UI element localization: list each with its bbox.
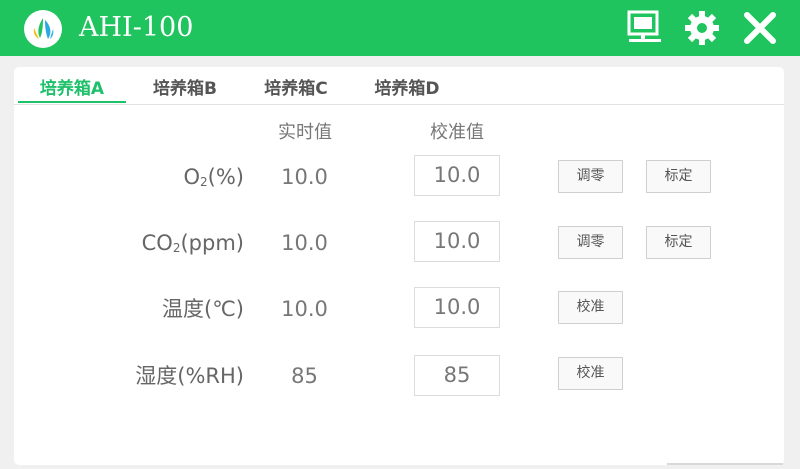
temperature-label: 温度(℃) [162, 297, 244, 321]
calibrated-column-header: 校准值 [430, 122, 484, 143]
tab-incubator-c[interactable]: 培养箱C [243, 75, 349, 103]
main-panel: 培养箱A 培养箱B 培养箱C 培养箱D 实时值 校准值 O2(%) 10.0 1… [14, 67, 784, 465]
co2-calibrate-button[interactable]: 标定 [646, 226, 711, 259]
tab-incubator-d[interactable]: 培养箱D [354, 75, 460, 103]
humidity-label: 湿度(%RH) [135, 364, 244, 388]
co2-label: CO2(ppm) [141, 231, 244, 255]
humidity-calibrate-button[interactable]: 校准 [558, 357, 623, 390]
humidity-realtime-value: 85 [291, 364, 318, 388]
title-bar: AHI-100 [0, 0, 800, 56]
app-title: AHI-100 [79, 12, 194, 43]
close-icon [744, 12, 776, 44]
settings-button[interactable] [682, 8, 722, 48]
incubator-tabs: 培养箱A 培养箱B 培养箱C 培养箱D [14, 67, 784, 105]
app-logo [24, 10, 62, 48]
o2-calibration-input[interactable]: 10.0 [414, 155, 500, 196]
humidity-calibration-input[interactable]: 85 [414, 355, 500, 396]
co2-calibration-input[interactable]: 10.0 [414, 221, 500, 262]
gear-icon [685, 11, 719, 45]
o2-label: O2(%) [183, 165, 244, 189]
close-button[interactable] [740, 8, 780, 48]
o2-realtime-value: 10.0 [281, 165, 328, 189]
temperature-calibrate-button[interactable]: 校准 [558, 291, 623, 324]
monitor-button[interactable] [624, 8, 664, 48]
o2-zero-button[interactable]: 调零 [558, 160, 623, 193]
realtime-column-header: 实时值 [278, 122, 332, 143]
panel-bottom-edge [667, 462, 783, 465]
tab-incubator-a[interactable]: 培养箱A [18, 75, 126, 103]
tab-incubator-b[interactable]: 培养箱B [132, 75, 238, 103]
temperature-realtime-value: 10.0 [281, 297, 328, 321]
co2-zero-button[interactable]: 调零 [558, 226, 623, 259]
monitor-icon [627, 10, 661, 42]
temperature-calibration-input[interactable]: 10.0 [414, 287, 500, 328]
o2-calibrate-button[interactable]: 标定 [646, 160, 711, 193]
co2-realtime-value: 10.0 [281, 231, 328, 255]
